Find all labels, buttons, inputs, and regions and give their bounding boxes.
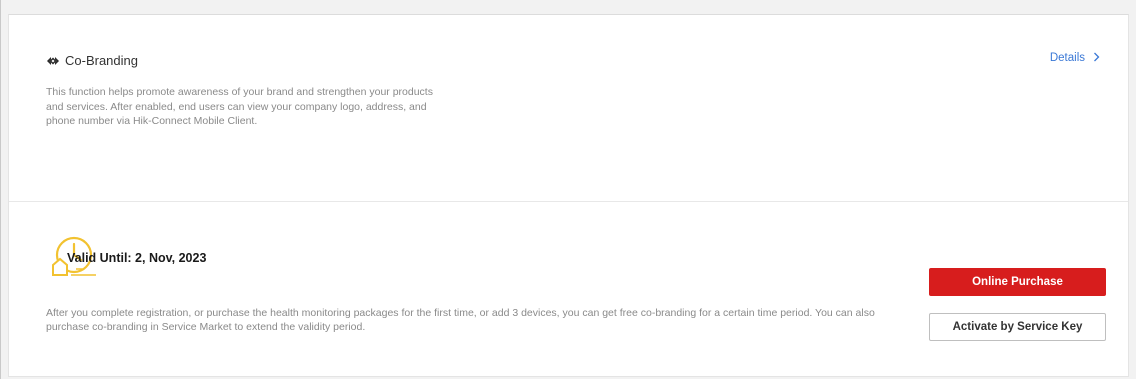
online-purchase-button[interactable]: Online Purchase	[929, 268, 1106, 296]
co-branding-card: Co-Branding This function helps promote …	[8, 14, 1129, 377]
chevron-right-icon	[1093, 50, 1100, 65]
title-row: Co-Branding	[46, 53, 138, 68]
co-branding-icon	[46, 54, 60, 68]
page-title: Co-Branding	[65, 53, 138, 68]
validity-info: After you complete registration, or purc…	[46, 307, 875, 333]
valid-until-text: Valid Until: 2, Nov, 2023	[67, 251, 207, 265]
details-label: Details	[1049, 51, 1085, 64]
co-branding-intro-section: Co-Branding This function helps promote …	[9, 15, 1128, 202]
activate-by-service-key-button[interactable]: Activate by Service Key	[929, 313, 1106, 341]
page-edge	[0, 0, 1, 379]
details-link[interactable]: Details	[1050, 50, 1100, 65]
co-branding-description: This function helps promote awareness of…	[46, 86, 433, 127]
